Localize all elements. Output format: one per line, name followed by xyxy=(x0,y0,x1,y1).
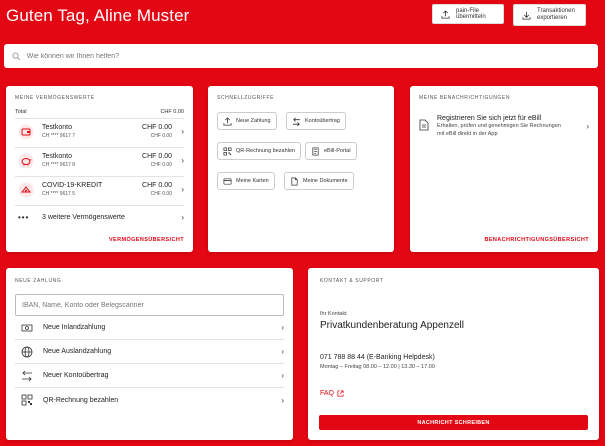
foreign-payment-row[interactable]: Neue Auslandzahlung › xyxy=(15,340,284,364)
quick-access-card: SCHNELLZUGRIFFE Neue Zahlung Kontoübertr… xyxy=(208,86,394,252)
document-icon xyxy=(291,177,298,185)
chevron-right-icon: › xyxy=(181,185,184,194)
contact-title: KONTAKT & SUPPORT xyxy=(320,278,384,284)
piggy-bank-icon xyxy=(18,153,34,169)
iban-input[interactable] xyxy=(22,301,277,309)
qr-bill-label: QR-Rechnung bezahlen xyxy=(236,148,296,154)
opening-hours: Montag – Freitag 08.00 – 12.00 | 13.30 –… xyxy=(320,364,435,370)
chevron-right-icon: › xyxy=(181,156,184,165)
notification-title: Registrieren Sie sich jetzt für eBill xyxy=(437,115,542,122)
globe-icon xyxy=(21,346,33,357)
export-label: Transaktionen exportieren xyxy=(537,8,575,21)
documents-label: Meine Dokumente xyxy=(303,178,348,184)
more-assets-label: 3 weitere Vermögenswerte xyxy=(42,214,125,221)
pain-file-label: pain-File übermitteln xyxy=(456,8,486,20)
more-assets-row[interactable]: ••• 3 weitere Vermögenswerte › xyxy=(15,205,184,229)
new-payment-card: NEUE ZAHLUNG Neue Inlandzahlung › Neue A… xyxy=(6,268,293,440)
chevron-right-icon: › xyxy=(281,323,284,332)
account-row[interactable]: COVID-19-KREDIT CH **** 9617 5 CHF 0.00 … xyxy=(15,176,184,202)
phone-number[interactable]: 071 788 88 44 (E-Banking Helpdesk) xyxy=(320,354,587,361)
export-transactions-button[interactable]: Transaktionen exportieren xyxy=(511,2,588,28)
wallet-icon xyxy=(18,124,34,140)
account-transfer-label: Neuer Kontoübertrag xyxy=(43,372,109,379)
account-row[interactable]: Testkonto CH **** 9617 8 CHF 0.00 CHF 0.… xyxy=(15,147,184,173)
contact-sub: Ihr Kontakt xyxy=(320,311,347,317)
download-icon xyxy=(522,11,531,20)
banknote-icon xyxy=(21,324,33,331)
account-number: CH **** 9617 8 xyxy=(42,161,76,168)
quick-access-title: SCHNELLZUGRIFFE xyxy=(217,95,275,101)
contact-name: Privatkundenberatung Appenzell xyxy=(320,320,464,331)
assets-title: MEINE VERMÖGENSWERTE xyxy=(15,95,95,101)
total-label: Total xyxy=(15,109,27,115)
new-payment-title: NEUE ZAHLUNG xyxy=(15,278,62,284)
transfer-icon xyxy=(292,117,301,126)
cards-quick-button[interactable]: Meine Karten xyxy=(217,172,275,190)
transfer-quick-button[interactable]: Kontoübertrag xyxy=(286,112,346,130)
account-amount-sub: CHF 0.00 xyxy=(150,132,172,139)
account-amount: CHF 0.00 xyxy=(142,153,172,161)
contact-card: KONTAKT & SUPPORT Ihr Kontakt Privatkund… xyxy=(308,268,599,440)
qr-bill-row[interactable]: QR-Rechnung bezahlen › xyxy=(15,388,284,412)
chevron-right-icon: › xyxy=(281,347,284,356)
qr-code-icon xyxy=(223,147,232,155)
notification-text: Erhalten, prüfen und genehmigen Sie Rech… xyxy=(437,123,561,137)
ebill-quick-button[interactable]: eBill-Portal xyxy=(305,142,357,160)
assets-overview-link[interactable]: VERMÖGENSÜBERSICHT xyxy=(109,237,184,243)
transfer-icon xyxy=(22,370,32,381)
notifications-title: MEINE BENACHRICHTIGUNGEN xyxy=(419,95,511,101)
iban-field-wrapper[interactable] xyxy=(15,294,284,316)
foreign-payment-label: Neue Auslandzahlung xyxy=(43,348,112,355)
account-transfer-row[interactable]: Neuer Kontoübertrag › xyxy=(15,364,284,388)
qr-code-icon xyxy=(21,394,33,406)
chevron-right-icon: › xyxy=(586,121,589,131)
cards-label: Meine Karten xyxy=(236,178,269,184)
account-row[interactable]: Testkonto CH **** 9617 7 CHF 0.00 CHF 0.… xyxy=(15,118,184,144)
new-payment-quick-button[interactable]: Neue Zahlung xyxy=(217,112,277,130)
account-amount: CHF 0.00 xyxy=(142,182,172,190)
search-input[interactable] xyxy=(26,52,590,60)
external-link-icon xyxy=(337,390,344,397)
account-number: CH **** 9617 5 xyxy=(42,190,76,197)
transfer-label: Kontoübertrag xyxy=(305,118,340,124)
document-icon xyxy=(419,119,429,131)
faq-link[interactable]: FAQ xyxy=(320,390,587,397)
chevron-right-icon: › xyxy=(281,395,284,405)
ebill-icon xyxy=(312,147,319,155)
more-dots-icon: ••• xyxy=(18,213,30,222)
chevron-right-icon: › xyxy=(181,213,184,222)
account-amount-sub: CHF 0.00 xyxy=(150,190,172,197)
card-icon xyxy=(223,177,232,185)
account-amount: CHF 0.00 xyxy=(142,124,172,132)
qr-bill-label: QR-Rechnung bezahlen xyxy=(43,396,119,404)
notifications-card: MEINE BENACHRICHTIGUNGEN Registrieren Si… xyxy=(410,86,598,252)
credit-icon xyxy=(18,182,34,198)
upload-icon xyxy=(223,116,232,126)
ebill-label: eBill-Portal xyxy=(324,148,351,154)
write-message-button[interactable]: NACHRICHT SCHREIBEN xyxy=(319,415,588,430)
notifications-overview-link[interactable]: BENACHRICHTIGUNGSÜBERSICHT xyxy=(484,237,589,243)
documents-quick-button[interactable]: Meine Dokumente xyxy=(284,172,354,190)
total-row: Total CHF 0.00 xyxy=(15,109,184,115)
qr-bill-quick-button[interactable]: QR-Rechnung bezahlen xyxy=(217,142,302,160)
new-payment-label: Neue Zahlung xyxy=(236,118,271,124)
chevron-right-icon: › xyxy=(281,371,284,380)
search-icon xyxy=(12,52,21,60)
domestic-payment-row[interactable]: Neue Inlandzahlung › xyxy=(15,316,284,340)
account-name: Testkonto xyxy=(42,124,72,132)
account-name: COVID-19-KREDIT xyxy=(42,182,103,190)
account-amount-sub: CHF 0.00 xyxy=(150,161,172,168)
account-name: Testkonto xyxy=(42,153,72,161)
chevron-right-icon: › xyxy=(181,127,184,136)
search-bar[interactable] xyxy=(4,44,598,68)
faq-label: FAQ xyxy=(320,390,335,397)
account-number: CH **** 9617 7 xyxy=(42,132,76,139)
pain-file-button[interactable]: pain-File übermitteln xyxy=(432,4,504,24)
upload-icon xyxy=(441,9,450,19)
greeting: Guten Tag, Aline Muster xyxy=(6,6,190,25)
assets-card: MEINE VERMÖGENSWERTE Total CHF 0.00 Test… xyxy=(6,86,193,252)
total-value: CHF 0.00 xyxy=(160,109,184,115)
domestic-payment-label: Neue Inlandzahlung xyxy=(43,324,106,331)
notification-item[interactable]: Registrieren Sie sich jetzt für eBill Er… xyxy=(419,115,589,138)
